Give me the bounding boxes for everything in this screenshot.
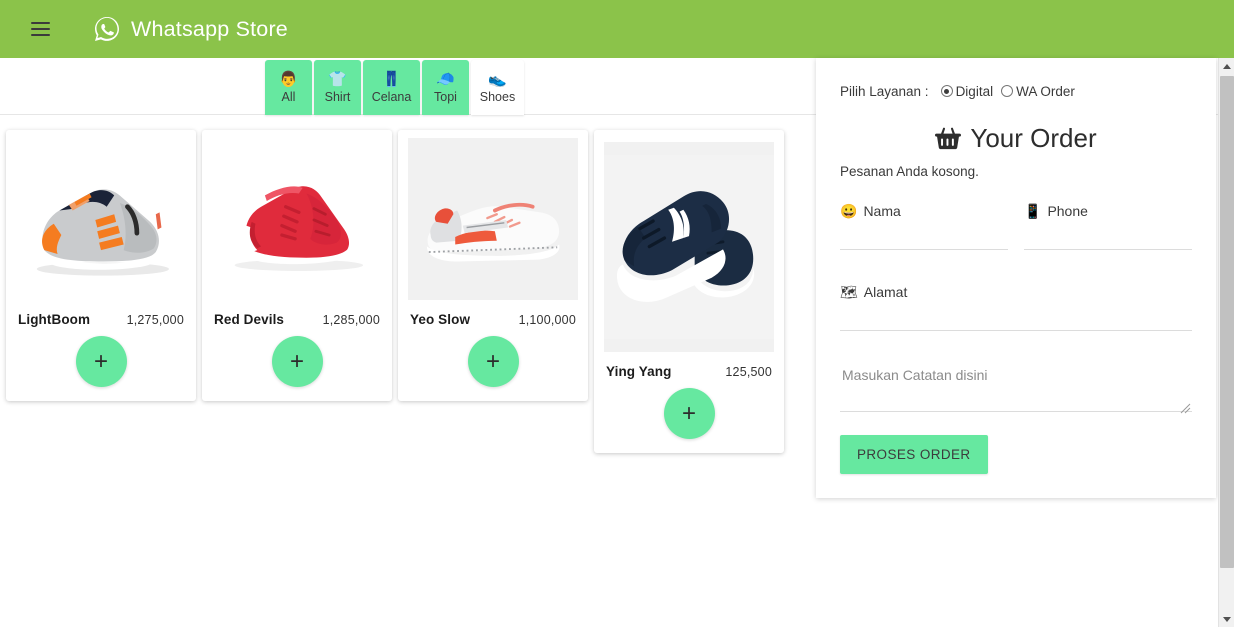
tab-label: Shirt	[324, 89, 351, 104]
tab-label: Topi	[434, 89, 457, 104]
product-meta: LightBoom 1,275,000	[16, 312, 186, 327]
tab-celana[interactable]: 👖 Celana	[363, 60, 420, 115]
radio-digital-icon[interactable]	[940, 85, 953, 97]
tab-shoes[interactable]: 👟 Shoes	[471, 60, 524, 115]
jeans-icon: 👖	[382, 70, 401, 88]
tab-label: Celana	[371, 89, 412, 104]
scroll-down-arrow-icon[interactable]	[1219, 611, 1234, 627]
tab-topi[interactable]: 🧢 Topi	[422, 60, 469, 115]
product-meta: Red Devils 1,285,000	[212, 312, 382, 327]
service-selector: Pilih Layanan : Digital WA Order	[840, 84, 1192, 99]
navy-sneaker-image	[604, 142, 774, 352]
address-label-text: Alamat	[863, 284, 908, 300]
order-panel: Pilih Layanan : Digital WA Order Your Or…	[816, 58, 1216, 498]
radio-option-wa-order[interactable]: WA Order	[1001, 84, 1075, 99]
proses-order-button[interactable]: PROSES ORDER	[840, 435, 988, 474]
product-price: 1,275,000	[126, 313, 184, 327]
note-field-group	[840, 363, 1192, 417]
radio-option-digital[interactable]: Digital	[940, 84, 994, 99]
product-price: 1,100,000	[518, 313, 576, 327]
brand: Whatsapp Store	[92, 14, 288, 44]
note-textarea[interactable]	[840, 363, 1192, 412]
tshirt-icon: 👕	[328, 70, 347, 88]
product-price: 125,500	[725, 365, 772, 379]
product-name: Red Devils	[214, 312, 285, 327]
phone-label: 📱 Phone	[1024, 203, 1192, 219]
tab-shirt[interactable]: 👕 Shirt	[314, 60, 361, 115]
white-red-sneaker-image	[408, 138, 578, 300]
smiley-face-icon: 😀	[840, 203, 858, 219]
add-to-cart-button[interactable]: +	[271, 336, 323, 387]
shopping-basket-icon	[935, 127, 962, 151]
name-label: 😀 Nama	[840, 203, 1008, 219]
radio-digital-label: Digital	[955, 84, 994, 99]
phone-input[interactable]	[1024, 219, 1192, 250]
name-input[interactable]	[840, 219, 1008, 250]
product-name: Ying Yang	[606, 364, 672, 379]
gray-orange-sneaker-image	[16, 138, 186, 300]
product-name: LightBoom	[18, 312, 91, 327]
add-to-cart-button[interactable]: +	[663, 388, 715, 439]
product-card[interactable]: Red Devils 1,285,000 +	[202, 130, 392, 401]
mobile-phone-icon: 📱	[1024, 203, 1042, 219]
empty-cart-message: Pesanan Anda kosong.	[840, 164, 979, 179]
page-scrollbar[interactable]	[1218, 58, 1234, 627]
tab-all[interactable]: 👨 All	[265, 60, 312, 115]
tab-label: All	[281, 89, 296, 104]
address-label: 🗺 Alamat	[840, 284, 1192, 300]
person-icon: 👨	[279, 70, 298, 88]
app-header: Whatsapp Store	[0, 0, 1234, 58]
scroll-up-arrow-icon[interactable]	[1219, 58, 1234, 74]
product-price: 1,285,000	[322, 313, 380, 327]
app-root: Whatsapp Store 👨 All 👕 Shirt 👖 Celana 🧢 …	[0, 0, 1234, 627]
radio-wa-order-label: WA Order	[1016, 84, 1075, 99]
cap-icon: 🧢	[436, 70, 455, 88]
name-phone-row: 😀 Nama 📱 Phone	[840, 203, 1192, 252]
page-title: Whatsapp Store	[131, 16, 288, 41]
product-name: Yeo Slow	[410, 312, 471, 327]
product-card[interactable]: Ying Yang 125,500 +	[594, 130, 784, 453]
service-label: Pilih Layanan :	[840, 84, 929, 99]
tab-label: Shoes	[479, 89, 516, 104]
shoe-icon: 👟	[488, 70, 507, 88]
product-meta: Yeo Slow 1,100,000	[408, 312, 578, 327]
name-label-text: Nama	[863, 203, 901, 219]
name-field-group: 😀 Nama	[840, 203, 1008, 252]
radio-wa-order-icon[interactable]	[1001, 85, 1014, 97]
phone-field-group: 📱 Phone	[1024, 203, 1192, 252]
order-title: Your Order	[970, 123, 1097, 153]
whatsapp-logo-icon	[92, 14, 122, 44]
hamburger-menu-icon[interactable]	[25, 14, 55, 44]
add-to-cart-button[interactable]: +	[75, 336, 127, 387]
product-grid: LightBoom 1,275,000 + Red Devils 1,285,0…	[6, 130, 784, 453]
map-location-icon: 🗺	[840, 284, 858, 300]
add-to-cart-button[interactable]: +	[467, 336, 519, 387]
phone-label-text: Phone	[1047, 203, 1088, 219]
product-card[interactable]: Yeo Slow 1,100,000 +	[398, 130, 588, 401]
red-sneaker-image	[212, 138, 382, 300]
scrollbar-thumb[interactable]	[1220, 76, 1234, 568]
product-card[interactable]: LightBoom 1,275,000 +	[6, 130, 196, 401]
order-heading: Your Order	[840, 123, 1192, 154]
product-meta: Ying Yang 125,500	[604, 364, 774, 379]
address-input[interactable]	[840, 300, 1192, 331]
address-field-group: 🗺 Alamat	[840, 284, 1192, 333]
